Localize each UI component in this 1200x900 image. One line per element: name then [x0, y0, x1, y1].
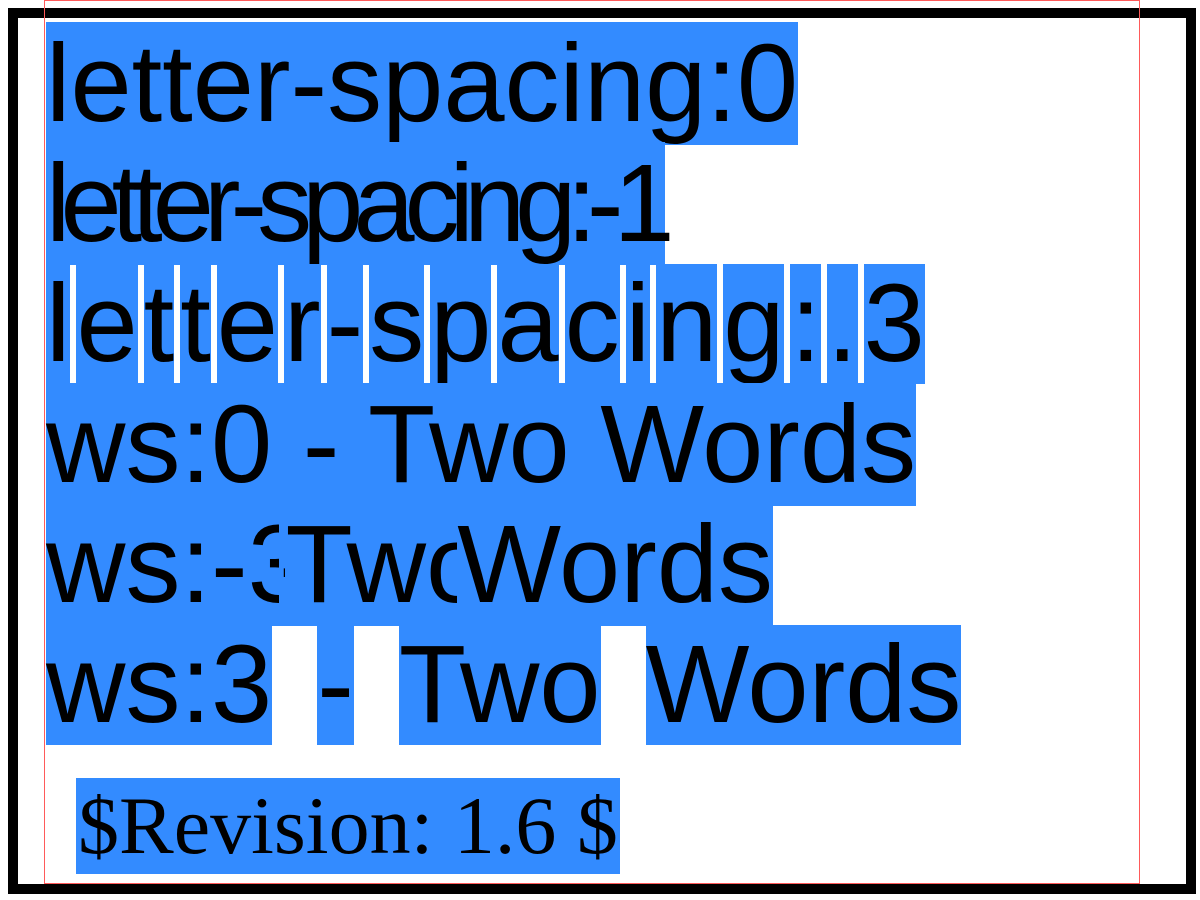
char: i	[625, 262, 651, 385]
char: s	[369, 262, 425, 385]
letter-spacing-pos3-line: letter-spacing:.3	[46, 264, 931, 384]
char: t	[143, 262, 175, 385]
word: ws:3	[46, 623, 273, 746]
letter-spacing-neg1-line: letter-spacing:-1	[46, 142, 675, 265]
char: n	[656, 262, 718, 385]
word: ws:-3	[46, 503, 309, 626]
char: r	[283, 262, 321, 385]
char: :	[790, 262, 821, 385]
word: Two	[398, 623, 601, 746]
char: 3	[863, 262, 925, 385]
word: -	[317, 623, 354, 746]
char: p	[430, 262, 492, 385]
letter-spacing-0-line: letter-spacing:0	[46, 22, 799, 145]
revision-label: $Revision: 1.6 $	[76, 778, 620, 874]
word: Words	[645, 623, 962, 746]
letter-spacing-0-text: letter-spacing:0	[46, 22, 799, 145]
word-spacing-0-text: ws:0 - Two Words	[46, 383, 917, 506]
letter-spacing-neg1-text: letter-spacing:-1	[46, 142, 675, 265]
char: l	[46, 262, 71, 385]
word-spacing-0-line: ws:0 - Two Words	[46, 383, 917, 506]
char: a	[497, 262, 559, 385]
char: t	[180, 262, 211, 385]
char: c	[564, 262, 620, 385]
char: e	[216, 262, 278, 385]
word-spacing-pos3-line: ws:3- Two Words	[46, 623, 962, 746]
char: g	[723, 262, 785, 385]
word-spacing-neg3-line: ws:-3-TwoWords	[46, 503, 774, 626]
char: e	[76, 262, 138, 385]
char: -	[326, 262, 364, 385]
char: .	[827, 262, 858, 385]
word: Words	[457, 503, 774, 626]
